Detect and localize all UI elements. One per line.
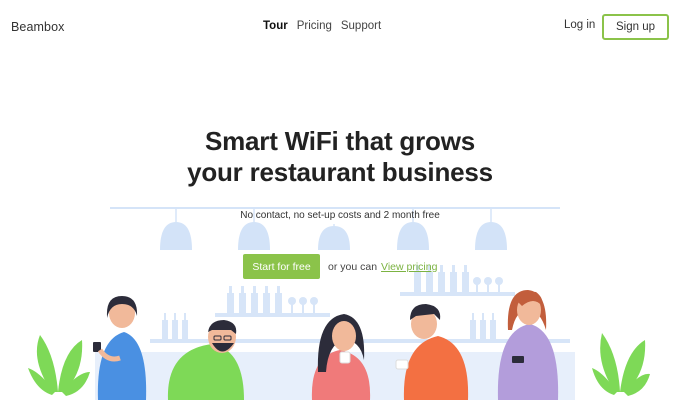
main-nav: Tour Pricing Support (263, 20, 381, 32)
nav-link-support[interactable]: Support (341, 20, 381, 32)
login-link[interactable]: Log in (564, 19, 595, 31)
cta-row: Start for free or you can View pricing (243, 254, 437, 279)
person-man-green (167, 320, 244, 400)
nav-link-tour[interactable]: Tour (263, 20, 288, 32)
brand-logo[interactable]: Beambox (11, 20, 65, 34)
person-woman-blue (93, 296, 147, 400)
signup-button[interactable]: Sign up (602, 14, 669, 40)
start-for-free-button[interactable]: Start for free (243, 254, 320, 279)
plant-left (28, 335, 90, 396)
nav-link-pricing[interactable]: Pricing (297, 20, 332, 32)
hero-title-line-1: Smart WiFi that grows (204, 126, 476, 156)
hero-title-line-2: your restaurant business (187, 157, 493, 187)
view-pricing-link[interactable]: View pricing (381, 261, 437, 273)
person-woman-purple (497, 290, 559, 400)
restaurant-illustration (28, 207, 650, 400)
cta-text: or you can (328, 260, 378, 273)
top-navbar: Beambox Tour Pricing Support Log in Sign… (0, 0, 680, 52)
plant-right (592, 333, 650, 396)
hero-title: Smart WiFi that grows your restaurant bu… (0, 126, 680, 188)
hero-subtitle: No contact, no set-up costs and 2 month … (240, 210, 440, 221)
bottles-left (162, 286, 318, 339)
